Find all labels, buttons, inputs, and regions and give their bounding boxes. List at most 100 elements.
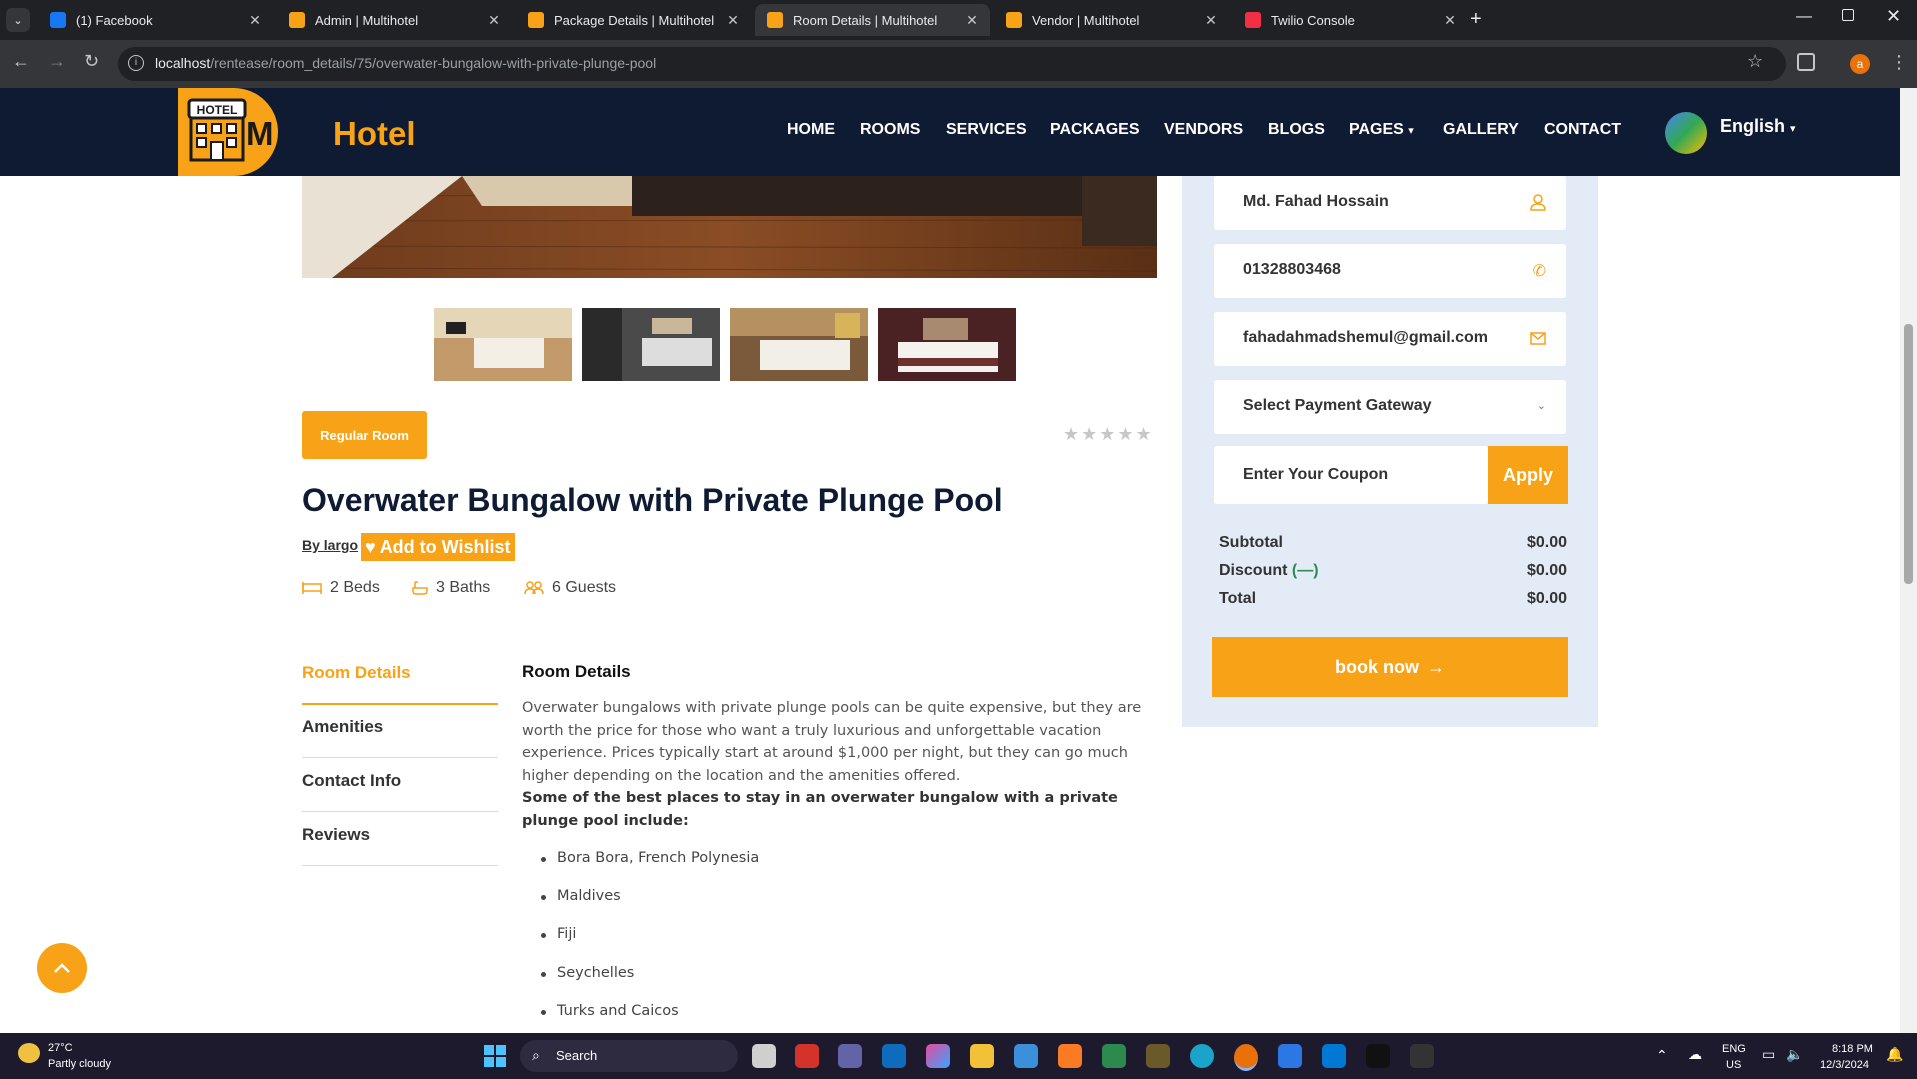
room-category-badge[interactable]: Regular Room <box>302 411 427 459</box>
tab-amenities[interactable]: Amenities <box>302 717 498 758</box>
logo-text: Hotel <box>333 115 416 152</box>
room-thumbnail[interactable] <box>582 308 720 381</box>
details-paragraph: Overwater bungalows with private plunge … <box>522 700 1142 784</box>
close-tab-icon[interactable]: ✕ <box>723 12 743 29</box>
tab-title: Admin | Multihotel <box>315 12 419 28</box>
forward-icon[interactable]: → <box>48 51 66 72</box>
browser-tab[interactable]: Vendor | Multihotel ✕ <box>994 4 1229 36</box>
nav-home[interactable]: HOME <box>787 121 835 139</box>
weather-temp[interactable]: 27°C <box>48 1042 73 1054</box>
terminal-icon[interactable] <box>1410 1044 1434 1068</box>
app-icon[interactable] <box>1366 1044 1390 1068</box>
room-thumbnail[interactable] <box>878 308 1016 381</box>
teams-icon[interactable] <box>838 1044 862 1068</box>
browser-tab[interactable]: Room Details | Multihotel ✕ <box>755 4 990 36</box>
vscode-icon[interactable] <box>1322 1044 1346 1068</box>
network-icon[interactable]: ▭ <box>1762 1046 1775 1063</box>
extensions-icon[interactable] <box>1797 53 1815 71</box>
browser-tab[interactable]: (1) Facebook ✕ <box>38 4 273 36</box>
payment-gateway-select[interactable]: Select Payment Gateway ⌄ <box>1214 380 1566 434</box>
book-now-button[interactable]: book now → <box>1212 637 1568 697</box>
site-info-icon[interactable]: i <box>128 55 144 71</box>
nav-contact[interactable]: CONTACT <box>1544 121 1621 139</box>
browser-tab[interactable]: Package Details | Multihotel ✕ <box>516 4 751 36</box>
edge-icon[interactable] <box>1190 1044 1214 1068</box>
weather-desc[interactable]: Partly cloudy <box>48 1058 111 1070</box>
close-tab-icon[interactable]: ✕ <box>1201 12 1221 29</box>
translate-icon[interactable] <box>1665 112 1707 154</box>
store-icon[interactable] <box>1014 1044 1038 1068</box>
bed-icon <box>302 582 322 594</box>
close-tab-icon[interactable]: ✕ <box>245 12 265 29</box>
chevron-down-icon: ▾ <box>1790 123 1796 135</box>
tab-room-details[interactable]: Room Details <box>302 663 498 705</box>
reload-icon[interactable]: ↻ <box>84 51 99 72</box>
chevron-up-icon[interactable]: ⌃ <box>1656 1047 1668 1064</box>
close-tab-icon[interactable]: ✕ <box>962 12 982 29</box>
email-field[interactable]: fahadahmadshemul@gmail.com <box>1214 312 1566 366</box>
coupon-input[interactable]: Enter Your Coupon <box>1214 446 1488 504</box>
close-window-button[interactable]: ✕ <box>1886 6 1901 27</box>
profile-avatar[interactable]: a <box>1850 54 1870 74</box>
room-thumbnail[interactable] <box>434 308 572 381</box>
close-tab-icon[interactable]: ✕ <box>484 12 504 29</box>
nav-packages[interactable]: PACKAGES <box>1050 121 1140 139</box>
chevron-down-icon: ⌄ <box>1536 400 1546 412</box>
room-photo <box>302 176 1157 278</box>
xampp-icon[interactable] <box>1058 1044 1082 1068</box>
app-icon[interactable] <box>1278 1044 1302 1068</box>
search-icon: ⌕ <box>532 1047 540 1063</box>
lang-line2[interactable]: US <box>1726 1059 1741 1071</box>
tab-search-button[interactable]: ⌄ <box>6 8 30 32</box>
restore-button[interactable] <box>1842 9 1854 21</box>
nav-pages[interactable]: PAGES ▾ <box>1349 121 1414 139</box>
language-selector[interactable]: English ▾ <box>1720 116 1796 137</box>
task-view-icon[interactable] <box>752 1044 776 1068</box>
onedrive-icon[interactable]: ☁ <box>1688 1046 1702 1063</box>
close-tab-icon[interactable]: ✕ <box>1440 12 1460 29</box>
add-to-wishlist-button[interactable]: ♥ Add to Wishlist <box>361 533 515 561</box>
nav-vendors[interactable]: VENDORS <box>1164 121 1243 139</box>
taskbar-search[interactable]: ⌕ Search <box>520 1040 738 1072</box>
phone-icon: ✆ <box>1532 263 1546 280</box>
new-tab-button[interactable]: + <box>1470 8 1482 31</box>
browser-tab[interactable]: Twilio Console ✕ <box>1233 4 1468 36</box>
chrome-icon[interactable] <box>1234 1044 1258 1071</box>
room-thumbnail[interactable] <box>730 308 868 381</box>
weather-icon[interactable] <box>18 1043 40 1063</box>
scroll-to-top-button[interactable] <box>37 943 87 993</box>
name-field[interactable]: Md. Fahad Hossain <box>1214 176 1566 230</box>
back-icon[interactable]: ← <box>12 51 30 72</box>
minimize-button[interactable]: — <box>1796 8 1812 26</box>
outlook-icon[interactable] <box>882 1044 906 1068</box>
scrollbar-thumb[interactable] <box>1904 324 1913 584</box>
browser-tab[interactable]: Admin | Multihotel ✕ <box>277 4 512 36</box>
notification-bell-icon[interactable]: 🔔 <box>1886 1046 1903 1063</box>
phone-field[interactable]: 01328803468 ✆ <box>1214 244 1566 298</box>
hotel-building-icon: HOTEL <box>187 98 247 162</box>
chrome-menu-icon[interactable]: ⋮ <box>1890 52 1908 73</box>
tab-contact-info[interactable]: Contact Info <box>302 771 498 812</box>
total-row: Total $0.00 <box>1219 590 1567 607</box>
apply-coupon-button[interactable]: Apply <box>1488 446 1568 504</box>
app-icon[interactable] <box>1102 1044 1126 1068</box>
details-heading: Room Details <box>522 662 631 681</box>
copilot-icon[interactable] <box>926 1044 950 1068</box>
tab-reviews[interactable]: Reviews <box>302 825 498 866</box>
nav-services[interactable]: SERVICES <box>946 121 1027 139</box>
pdf-app-icon[interactable] <box>795 1044 819 1068</box>
lang-line1[interactable]: ENG <box>1722 1043 1746 1055</box>
nav-blogs[interactable]: BLOGS <box>1268 121 1325 139</box>
bookmark-star-icon[interactable]: ☆ <box>1747 51 1763 72</box>
nav-gallery[interactable]: GALLERY <box>1443 121 1519 139</box>
nav-rooms[interactable]: ROOMS <box>860 121 920 139</box>
file-explorer-icon[interactable] <box>970 1044 994 1068</box>
windows-start-icon[interactable] <box>484 1045 506 1067</box>
room-author-link[interactable]: By largo <box>302 537 358 553</box>
url-text[interactable]: localhost/rentease/room_details/75/overw… <box>155 55 656 71</box>
volume-icon[interactable]: 🔈 <box>1786 1046 1803 1063</box>
clock-time[interactable]: 8:18 PM <box>1832 1043 1873 1055</box>
clock-date[interactable]: 12/3/2024 <box>1820 1059 1869 1071</box>
game-icon[interactable] <box>1146 1044 1170 1068</box>
baths-feature: 3 Baths <box>412 579 490 597</box>
